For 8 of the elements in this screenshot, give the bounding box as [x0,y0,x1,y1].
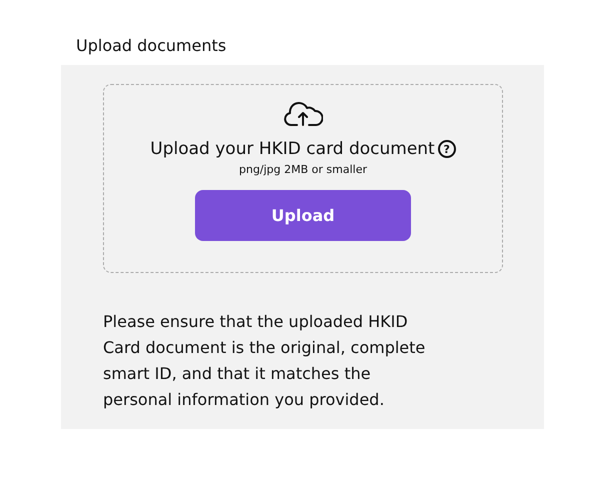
section-heading: Upload documents [75,36,228,55]
note-text: Please ensure that the uploaded HKID Card document is the original, complete smart ID, and that it matches the personal information you provided. [103,311,426,411]
upload-title: Upload your HKID card document [150,139,435,159]
upload-button[interactable]: Upload [195,190,411,241]
file-hint: png/jpg 2MB or smaller [238,163,368,176]
cloud-upload-icon [283,101,323,127]
upload-dropzone[interactable]: Upload your HKID card document ? png/jpg 2MB or smaller Upload [103,84,503,273]
help-icon[interactable]: ? [438,140,456,158]
